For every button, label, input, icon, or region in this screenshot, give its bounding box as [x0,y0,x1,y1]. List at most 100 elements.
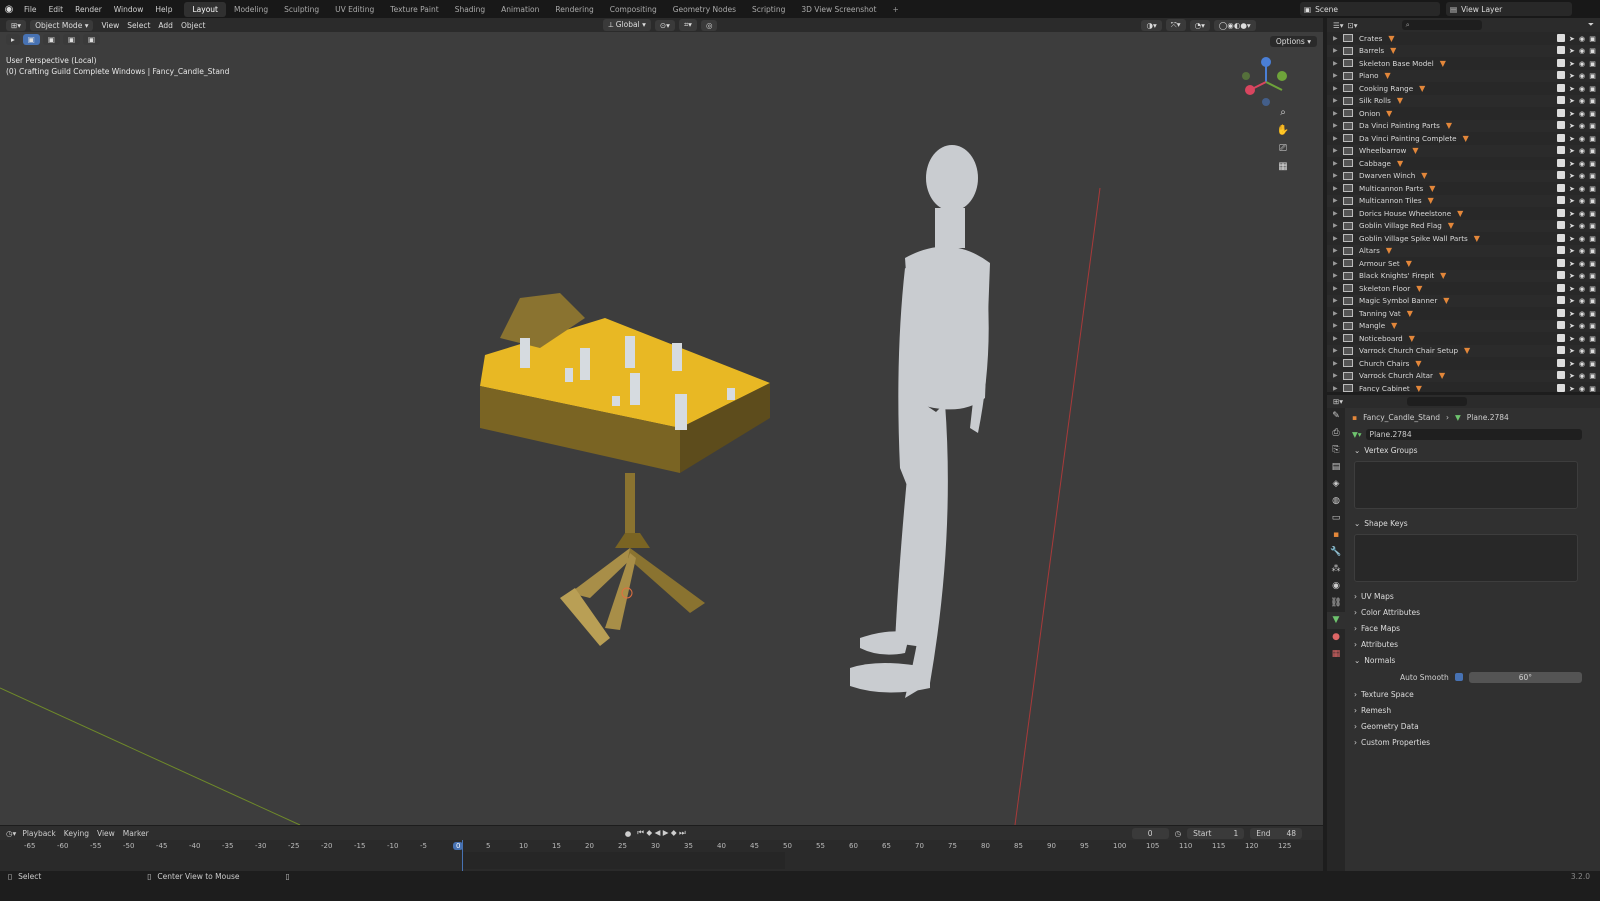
expand-arrow-icon[interactable]: ▶ [1333,322,1343,329]
select-arrow-icon[interactable]: ➤ [1569,209,1575,218]
expand-arrow-icon[interactable]: ▶ [1333,272,1343,279]
frame-ruler[interactable]: -65 -60 -55 -50 -45 -40 -35 -30 -25 -20 -15 -10 -5 0 5… [0,840,1323,852]
scene-icon[interactable]: ◈ [1327,476,1345,493]
include-checkbox[interactable] [1556,221,1565,230]
eye-icon[interactable]: ◉ [1579,209,1585,218]
camera-render-icon[interactable]: ▣ [1589,221,1596,230]
include-checkbox[interactable] [1556,283,1565,292]
outliner-item[interactable]: ▶ Noticeboard ▼ ➤ ◉ ▣ [1327,332,1600,345]
physics-icon[interactable]: ◉ [1327,578,1345,595]
include-checkbox[interactable] [1556,321,1565,330]
expand-arrow-icon[interactable]: ▶ [1333,372,1343,379]
select-arrow-icon[interactable]: ➤ [1569,184,1575,193]
visibility-button[interactable]: ◑▾ [1141,19,1162,31]
camera-render-icon[interactable]: ▣ [1589,209,1596,218]
camera-render-icon[interactable]: ▣ [1589,171,1596,180]
select-arrow-icon[interactable]: ➤ [1569,159,1575,168]
gizmo-button[interactable]: ⤧▾ [1165,19,1186,31]
eye-icon[interactable]: ◉ [1579,134,1585,143]
expand-arrow-icon[interactable]: ▶ [1333,297,1343,304]
select-arrow-icon[interactable]: ➤ [1569,146,1575,155]
material-icon[interactable]: ● [1327,629,1345,646]
select-arrow-icon[interactable]: ➤ [1569,384,1575,392]
eye-icon[interactable]: ◉ [1579,346,1585,355]
collection-icon[interactable]: ▭ [1327,510,1345,527]
include-checkbox[interactable] [1556,296,1565,305]
include-checkbox[interactable] [1556,71,1565,80]
pan-hand-icon[interactable]: ✋ [1276,124,1290,138]
navigation-gizmo[interactable] [1238,54,1294,110]
camera-render-icon[interactable]: ▣ [1589,359,1596,368]
include-checkbox[interactable] [1556,83,1565,92]
select-arrow-icon[interactable]: ➤ [1569,309,1575,318]
outliner-item[interactable]: ▶ Altars ▼ ➤ ◉ ▣ [1327,244,1600,257]
outliner-item[interactable]: ▶ Tanning Vat ▼ ➤ ◉ ▣ [1327,307,1600,320]
expand-arrow-icon[interactable]: ▶ [1333,72,1343,79]
vertex-groups-section[interactable]: ⌄ Vertex Groups [1348,442,1598,458]
select-subtract-icon[interactable]: ▣ [62,34,81,45]
camera-render-icon[interactable]: ▣ [1589,196,1596,205]
camera-render-icon[interactable]: ▣ [1589,234,1596,243]
shape-keys-section[interactable]: ⌄ Shape Keys [1348,515,1598,531]
workspace-tab[interactable]: Texture Paint [382,2,446,17]
uv-maps-section[interactable]: › UV Maps [1348,588,1598,604]
eye-icon[interactable]: ◉ [1579,171,1585,180]
eye-icon[interactable]: ◉ [1579,296,1585,305]
shape-keys-list[interactable] [1354,534,1578,582]
shading-buttons[interactable]: ◯◉◐●▾ [1213,19,1256,31]
expand-arrow-icon[interactable]: ▶ [1333,247,1343,254]
viewport-menu-select[interactable]: Select [123,21,154,30]
eye-icon[interactable]: ◉ [1579,284,1585,293]
outliner-item[interactable]: ▶ Varrock Church Chair Setup ▼ ➤ ◉ ▣ [1327,344,1600,357]
eye-icon[interactable]: ◉ [1579,221,1585,230]
particles-icon[interactable]: ⁂ [1327,561,1345,578]
camera-render-icon[interactable]: ▣ [1589,46,1596,55]
select-arrow-icon[interactable]: ➤ [1569,296,1575,305]
eye-icon[interactable]: ◉ [1579,271,1585,280]
auto-smooth-checkbox[interactable] [1454,673,1463,681]
expand-arrow-icon[interactable]: ▶ [1333,172,1343,179]
outliner-item[interactable]: ▶ Barrels ▼ ➤ ◉ ▣ [1327,44,1600,57]
grid-icon[interactable]: ▦ [1276,160,1290,174]
expand-arrow-icon[interactable]: ▶ [1333,210,1343,217]
include-checkbox[interactable] [1556,333,1565,342]
include-checkbox[interactable] [1556,96,1565,105]
zoom-icon[interactable]: ⌕ [1276,106,1290,120]
camera-render-icon[interactable]: ▣ [1589,309,1596,318]
camera-render-icon[interactable]: ▣ [1589,346,1596,355]
outliner-search-input[interactable]: ⌕ [1401,20,1482,30]
eye-icon[interactable]: ◉ [1579,96,1585,105]
select-arrow-icon[interactable]: ➤ [1569,109,1575,118]
eye-icon[interactable]: ◉ [1579,59,1585,68]
workspace-tab[interactable]: Shading [447,2,493,17]
stopwatch-icon[interactable]: ◷ [1175,829,1182,838]
expand-arrow-icon[interactable]: ▶ [1333,85,1343,92]
include-checkbox[interactable] [1556,46,1565,55]
outliner-item[interactable]: ▶ Da Vinci Painting Parts ▼ ➤ ◉ ▣ [1327,119,1600,132]
select-arrow-icon[interactable]: ➤ [1569,121,1575,130]
camera-render-icon[interactable]: ▣ [1589,121,1596,130]
include-checkbox[interactable] [1556,171,1565,180]
timeline-panel[interactable]: ◷▾ Playback Keying View Marker ● ⏮ ◆ ◀ ▶ ◆ … [0,826,1323,871]
eye-icon[interactable]: ◉ [1579,321,1585,330]
select-arrow-icon[interactable]: ➤ [1569,59,1575,68]
camera-render-icon[interactable]: ▣ [1589,84,1596,93]
outliner-item[interactable]: ▶ Wheelbarrow ▼ ➤ ◉ ▣ [1327,144,1600,157]
viewport-menu-view[interactable]: View [97,21,123,30]
mesh-data-icon[interactable]: ▼ [1327,612,1345,629]
viewport-menu-add[interactable]: Add [154,21,177,30]
select-arrow-icon[interactable]: ➤ [1569,196,1575,205]
select-arrow-icon[interactable]: ➤ [1569,371,1575,380]
include-checkbox[interactable] [1556,346,1565,355]
camera-render-icon[interactable]: ▣ [1589,184,1596,193]
outliner-item[interactable]: ▶ Onion ▼ ➤ ◉ ▣ [1327,107,1600,120]
expand-arrow-icon[interactable]: ▶ [1333,110,1343,117]
menu-render[interactable]: Render [69,5,108,14]
camera-render-icon[interactable]: ▣ [1589,321,1596,330]
expand-arrow-icon[interactable]: ▶ [1333,97,1343,104]
select-tool-icon[interactable]: ▸ [6,34,20,45]
outliner-item[interactable]: ▶ Mangle ▼ ➤ ◉ ▣ [1327,319,1600,332]
camera-render-icon[interactable]: ▣ [1589,96,1596,105]
mode-selector[interactable]: Object Mode ▾ [30,19,94,31]
eye-icon[interactable]: ◉ [1579,309,1585,318]
